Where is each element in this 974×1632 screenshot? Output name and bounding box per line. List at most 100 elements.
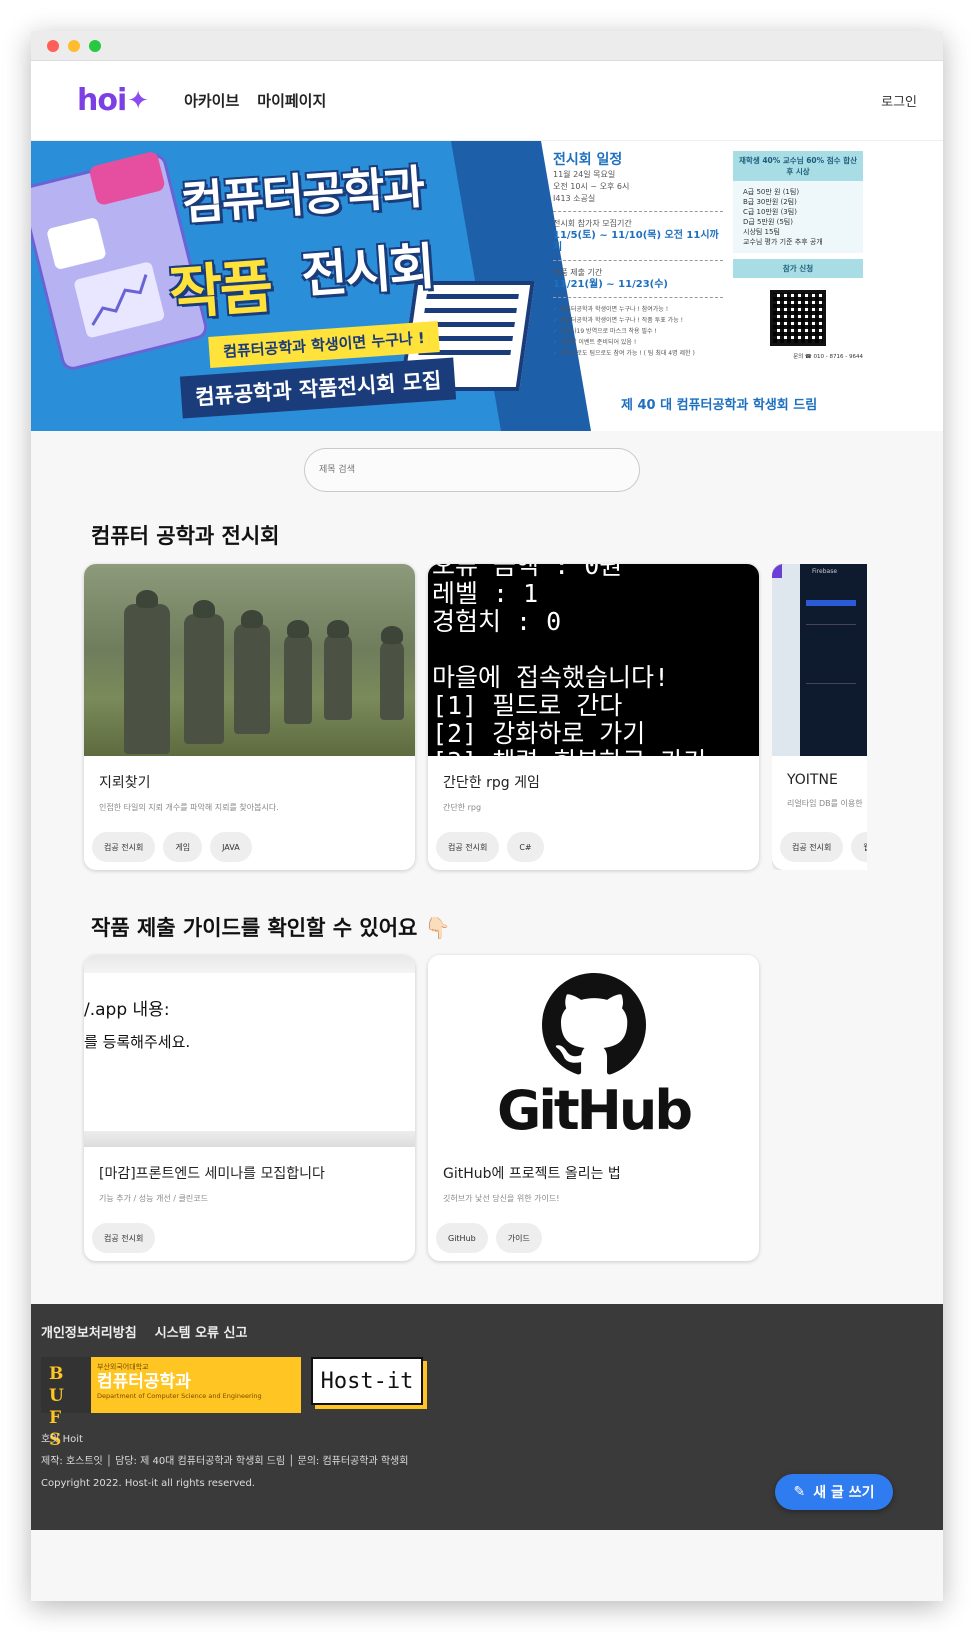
guide-card[interactable]: GitHub GitHub에 프로젝트 올리는 법 깃허브가 낯선 당신을 위한… bbox=[428, 955, 759, 1261]
card-title: YOITNE bbox=[787, 772, 838, 788]
contact: 문의 ☎ 010 - 8716 - 9644 bbox=[793, 354, 863, 360]
credits: 제작: 호스트잇 │ 담당: 제 40대 컴퓨터공학과 학생회 드림 │ 문의:… bbox=[41, 1456, 409, 1467]
banner-footer: 제 40 대 컴퓨터공학과 학생회 드림 bbox=[621, 398, 818, 413]
section-title-exhibition: 컴퓨터 공학과 전시회 bbox=[91, 524, 280, 548]
nav-archive[interactable]: 아카이브 bbox=[184, 90, 239, 111]
tag-chip[interactable]: 컴공 전시회 bbox=[780, 832, 844, 862]
schedule-line: 오전 10시 ~ 오후 6시 bbox=[553, 182, 630, 191]
nav-mypage[interactable]: 마이페이지 bbox=[257, 90, 326, 111]
project-card[interactable]: Firebase YOITNE 리얼타임 DB를 이용한 컴공 전시회 웹 bbox=[772, 564, 867, 870]
bufs-department: 컴퓨터공학과 bbox=[97, 1372, 191, 1392]
privacy-policy-link[interactable]: 개인정보처리방침 bbox=[41, 1322, 137, 1341]
exhibition-banner[interactable]: 컴퓨터공학과 작품 전시회 컴퓨터공학과 학생이면 누구나 ! 컴퓨공학과 작품… bbox=[31, 141, 943, 431]
check-icon: ✔ bbox=[553, 306, 559, 313]
check-item: ✔ 컴퓨터공학과 학생이면 누구나 ! 작품 투표 가능 ! bbox=[553, 317, 683, 324]
check-item: ✔ 다양한 이벤트 준비되어 있음 ! bbox=[553, 339, 637, 346]
maximize-window-button[interactable] bbox=[89, 39, 101, 52]
sparkle-icon: ✦ bbox=[127, 85, 149, 116]
main-nav: 아카이브 마이페이지 bbox=[184, 90, 326, 111]
new-post-button[interactable]: ✎ 새 글 쓰기 bbox=[775, 1474, 893, 1510]
window-titlebar bbox=[31, 31, 943, 61]
tag-chip[interactable]: 컴공 전시회 bbox=[92, 1223, 156, 1253]
github-icon bbox=[541, 973, 646, 1075]
browser-window: hoi ✦ 아카이브 마이페이지 로그인 컴퓨터공학과 작품 전시회 컴퓨터공학과… bbox=[31, 31, 943, 1601]
terminal-output: 오류 금액 : 0원 레벨 : 1 경험치 : 0 마을에 접속했습니다! [1… bbox=[428, 564, 707, 756]
site-header: hoi ✦ 아카이브 마이페이지 로그인 bbox=[31, 61, 943, 141]
banner-title-line2b: 전시회 bbox=[299, 237, 436, 305]
prize-list: A급 50만 원 (1팀) B급 30만원 (2팀) C급 10만원 (3팀) … bbox=[733, 181, 863, 253]
tag-chip[interactable]: 컴공 전시회 bbox=[92, 832, 156, 862]
card-description: 간단한 rpg bbox=[443, 803, 482, 812]
tag-list: 컴공 전시회 bbox=[92, 1223, 156, 1253]
card-title: [마감]프론트엔드 세미나를 모집합니다 bbox=[99, 1166, 325, 1182]
banner-prize-panel: 재학생 40% 교수님 60% 점수 합산 후 시상 A급 50만 원 (1팀)… bbox=[733, 151, 863, 360]
banner-title-line2a: 작품 bbox=[167, 252, 273, 328]
recruit-label: 전시회 참가자 모집기간 bbox=[553, 219, 632, 228]
tag-chip[interactable]: 컴공 전시회 bbox=[436, 832, 500, 862]
submit-label: 작품 제출 기간 bbox=[553, 268, 603, 277]
check-item: ✔ 컴퓨터공학과 학생이면 누구나 ! 참여가능 ! bbox=[553, 306, 669, 313]
hostit-logo: Host-it bbox=[311, 1357, 423, 1405]
tag-list: 컴공 전시회 웹 bbox=[780, 832, 867, 862]
card-description: 기능 추가 / 성능 개선 / 클린코드 bbox=[99, 1194, 208, 1203]
search-input[interactable] bbox=[304, 448, 640, 492]
card-description: 깃허브가 낯선 당신을 위한 가이드! bbox=[443, 1194, 560, 1203]
tag-list: GitHub 가이드 bbox=[436, 1223, 542, 1253]
logo-text: hoi bbox=[77, 83, 127, 118]
pencil-icon: ✎ bbox=[793, 1484, 806, 1500]
github-wordmark: GitHub bbox=[497, 1079, 693, 1142]
qr-code-icon bbox=[770, 290, 826, 346]
bufs-university: 부산외국어대학교 bbox=[97, 1363, 149, 1371]
project-thumbnail: 오류 금액 : 0원 레벨 : 1 경험치 : 0 마을에 접속했습니다! [1… bbox=[428, 564, 759, 756]
prize-item: 교수님 평가 기준 추후 공개 bbox=[743, 238, 823, 246]
banner-schedule: 전시회 일정 11월 24일 목요일 오전 10시 ~ 오후 6시 I413 소… bbox=[553, 151, 723, 359]
card-description: 인접한 타일의 지뢰 개수를 파악해 지뢰를 찾아봅시다. bbox=[99, 803, 279, 812]
minimize-window-button[interactable] bbox=[68, 39, 80, 52]
project-thumbnail: Firebase bbox=[772, 564, 867, 756]
project-thumbnail bbox=[84, 564, 415, 756]
check-item: ✔ 코로나19 방역으로 마스크 착용 필수 ! bbox=[553, 328, 657, 335]
check-icon: ✔ bbox=[553, 350, 559, 357]
report-error-link[interactable]: 시스템 오류 신고 bbox=[155, 1322, 248, 1341]
check-item: ✔ 개인으로도 팀으로도 참여 가능 ! ( 팀 최대 4명 제한 ) bbox=[553, 350, 695, 357]
project-card[interactable]: 오류 금액 : 0원 레벨 : 1 경험치 : 0 마을에 접속했습니다! [1… bbox=[428, 564, 759, 870]
prize-item: A급 50만 원 (1팀) bbox=[743, 188, 800, 196]
carousel-clip: Firebase YOITNE 리얼타임 DB를 이용한 컴공 전시회 웹 bbox=[772, 564, 867, 870]
footer-logos: B UF S 부산외국어대학교 컴퓨터공학과 Department of Com… bbox=[41, 1357, 943, 1450]
tag-chip[interactable]: JAVA bbox=[210, 832, 252, 862]
card-title: 간단한 rpg 게임 bbox=[443, 775, 540, 791]
schedule-line: 11월 24일 목요일 bbox=[553, 170, 616, 179]
prize-item: D급 5만원 (5팀) bbox=[743, 218, 793, 226]
guide-thumbnail: /.app 내용: 를 등록해주세요. bbox=[84, 955, 415, 1147]
bufs-department-en: Department of Computer Science and Engin… bbox=[97, 1392, 262, 1400]
thumb-text-line2: 를 등록해주세요. bbox=[84, 1033, 191, 1051]
tag-chip[interactable]: 웹 bbox=[851, 832, 867, 862]
footer-links: 개인정보처리방침 시스템 오류 신고 bbox=[41, 1322, 943, 1341]
new-post-label: 새 글 쓰기 bbox=[813, 1485, 875, 1501]
bufs-logo: B UF S 부산외국어대학교 컴퓨터공학과 Department of Com… bbox=[41, 1357, 301, 1450]
score-box: 재학생 40% 교수님 60% 점수 합산 후 시상 bbox=[733, 151, 863, 181]
prize-item: 시상팀 15팀 bbox=[743, 228, 780, 236]
bufs-mark: B UF S bbox=[41, 1357, 91, 1450]
tag-chip[interactable]: 게임 bbox=[163, 832, 203, 862]
close-window-button[interactable] bbox=[47, 39, 59, 52]
schedule-heading: 전시회 일정 bbox=[553, 152, 623, 168]
site-logo[interactable]: hoi ✦ bbox=[77, 83, 149, 118]
thumb-text-line1: /.app 내용: bbox=[84, 1000, 170, 1020]
site-name: 호잇 Hoit bbox=[41, 1434, 83, 1445]
guide-card[interactable]: /.app 내용: 를 등록해주세요. [마감]프론트엔드 세미나를 모집합니다… bbox=[84, 955, 415, 1261]
check-icon: ✔ bbox=[553, 328, 559, 335]
app-label: Firebase bbox=[812, 568, 838, 575]
section-title-guide: 작품 제출 가이드를 확인할 수 있어요 👇🏻 bbox=[91, 916, 451, 940]
check-icon: ✔ bbox=[553, 317, 559, 324]
recruit-period: 11/5(토) ~ 11/10(목) 오전 11시까지 bbox=[553, 230, 719, 253]
tag-chip[interactable]: 가이드 bbox=[495, 1223, 542, 1253]
prize-item: C급 10만원 (3팀) bbox=[743, 208, 797, 216]
tag-chip[interactable]: C# bbox=[507, 832, 544, 862]
tag-chip[interactable]: GitHub bbox=[436, 1223, 488, 1253]
check-icon: ✔ bbox=[553, 339, 559, 346]
card-title: GitHub에 프로젝트 올리는 법 bbox=[443, 1166, 621, 1182]
project-card[interactable]: 지뢰찾기 인접한 타일의 지뢰 개수를 파악해 지뢰를 찾아봅시다. 컴공 전시… bbox=[84, 564, 415, 870]
guide-thumbnail: GitHub bbox=[428, 955, 759, 1147]
login-link[interactable]: 로그인 bbox=[881, 91, 917, 110]
